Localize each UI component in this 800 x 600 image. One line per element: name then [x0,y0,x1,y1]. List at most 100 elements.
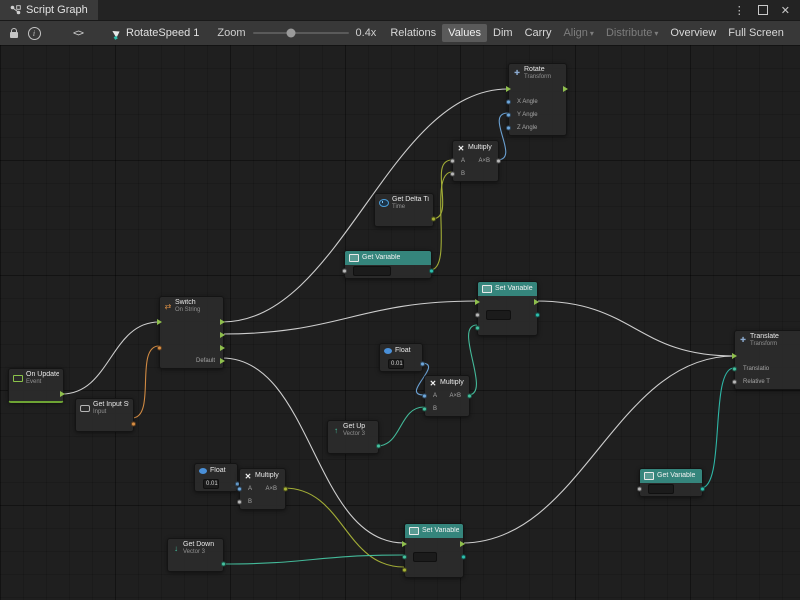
value-port[interactable] [342,269,347,274]
toolbar-button-values[interactable]: Values [442,24,487,42]
node-title: Get Variable [362,254,400,262]
node-float-mid[interactable]: Float0.01 [379,343,423,372]
tab-script-graph[interactable]: Script Graph [0,0,98,20]
node-get-down[interactable]: Get DownVector 3 [167,538,224,572]
node-multiply-top[interactable]: MultiplyAA×BB [452,140,499,182]
flow-port[interactable] [402,541,407,547]
edge-switch-to-rotate[interactable] [222,89,508,322]
lock-button[interactable] [4,24,24,42]
node-get-variable-right[interactable]: Get Variable [639,468,703,497]
node-get-input-string[interactable]: Get Input StrinInput [75,398,134,432]
toolbar-button-align[interactable]: Align▾ [557,24,599,42]
flow-port[interactable] [220,358,225,364]
flow-port[interactable] [220,345,225,351]
edge-set-variable-bottom-to-translate[interactable] [462,356,734,543]
value-port[interactable] [422,394,427,399]
info-button[interactable]: i [24,24,44,42]
node-set-variable-top[interactable]: Set Variable [477,281,538,336]
toolbar-button-overview[interactable]: Overview [664,24,722,42]
edge-input-string-to-switch[interactable] [132,346,159,418]
value-port[interactable] [450,172,455,177]
value-port[interactable] [535,313,540,318]
inline-field[interactable] [486,310,511,320]
zoom-slider-thumb[interactable] [286,29,295,38]
kebab-menu-icon[interactable]: ⋮ [734,4,745,17]
node-multiply-low[interactable]: MultiplyAA×BB [239,468,286,510]
value-port[interactable] [461,555,466,560]
close-icon[interactable]: ✕ [781,4,790,17]
maximize-icon[interactable] [758,5,768,15]
flow-port[interactable] [732,353,737,359]
node-float-low[interactable]: Float0.01 [194,463,238,492]
flow-port[interactable] [475,299,480,305]
edge-switch-to-set-variable-top[interactable] [222,301,477,334]
value-port[interactable] [506,99,511,104]
edge-set-variable-top-to-translate[interactable] [536,301,734,356]
toolbar-button-distribute[interactable]: Distribute▾ [600,24,664,42]
edge-get-variable-right-to-translate[interactable] [701,368,734,488]
flow-port[interactable] [220,332,225,338]
node-multiply-mid[interactable]: MultiplyAA×BB [424,375,470,417]
toolbar-button-full-screen[interactable]: Full Screen [722,24,790,42]
node-translate[interactable]: TranslateTransformTranslatioRelative T [734,330,800,390]
toolbar-button-dim[interactable]: Dim [487,24,519,42]
value-port[interactable] [402,568,407,573]
zoom-slider[interactable] [253,32,349,34]
graph-canvas[interactable]: On UpdateEvent Get Input StrinInput Switch… [0,45,800,600]
value-port[interactable] [506,125,511,130]
flow-port[interactable] [534,299,539,305]
node-get-up[interactable]: Get UpVector 3 [327,420,379,454]
flow-port[interactable] [460,541,465,547]
node-switch-on-string[interactable]: SwitchOn StringDefault [159,296,224,369]
value-port[interactable] [237,487,242,492]
vector-down-icon [172,544,180,553]
value-port[interactable] [157,345,162,350]
node-set-variable-bottom[interactable]: Set Variable [404,523,464,578]
port-label: Y Angle [517,112,538,118]
value-port[interactable] [131,421,136,426]
edge-delta-time-to-multiply-a[interactable] [432,160,452,219]
node-rotate[interactable]: RotateTransformX AngleY AngleZ Angle [508,63,567,136]
flow-port[interactable] [60,391,65,397]
value-port[interactable] [221,561,226,566]
inline-field[interactable]: 0.01 [203,479,219,489]
edge-get-down-to-set-variable-bottom[interactable] [222,555,404,564]
value-port[interactable] [420,362,425,367]
script-graph-icon [10,5,21,15]
inline-field[interactable] [353,266,391,276]
flow-port[interactable] [220,319,225,325]
value-port[interactable] [376,443,381,448]
value-port[interactable] [732,366,737,371]
flow-port[interactable] [157,319,162,325]
inline-field[interactable] [413,552,437,562]
toolbar-button-carry[interactable]: Carry [519,24,558,42]
node-get-delta-time[interactable]: Get Delta TimeTime [374,193,434,227]
value-port[interactable] [506,112,511,117]
value-port[interactable] [429,269,434,274]
value-port[interactable] [402,555,407,560]
inline-field[interactable]: 0.01 [388,359,404,369]
toolbar-button-relations[interactable]: Relations [384,24,442,42]
flow-port[interactable] [563,86,568,92]
value-port[interactable] [431,216,436,221]
value-port[interactable] [637,487,642,492]
value-port[interactable] [237,500,242,505]
value-port[interactable] [475,313,480,318]
edge-get-up-to-multiply-mid-b[interactable] [377,407,424,446]
value-port[interactable] [732,379,737,384]
value-port[interactable] [450,159,455,164]
edit-graph-button[interactable]: <> [68,24,88,42]
graph-name-group[interactable]: RotateSpeed 1 [114,27,199,39]
node-on-update[interactable]: On UpdateEvent [8,368,64,403]
value-port[interactable] [283,487,288,492]
node-get-variable-top[interactable]: Get Variable [344,250,432,279]
value-port[interactable] [496,159,501,164]
inline-field[interactable] [648,484,674,494]
value-port[interactable] [467,394,472,399]
edge-update-to-switch[interactable] [62,322,159,394]
flow-port[interactable] [506,86,511,92]
port-row [160,316,223,328]
value-port[interactable] [422,407,427,412]
value-port[interactable] [700,487,705,492]
value-port[interactable] [475,326,480,331]
